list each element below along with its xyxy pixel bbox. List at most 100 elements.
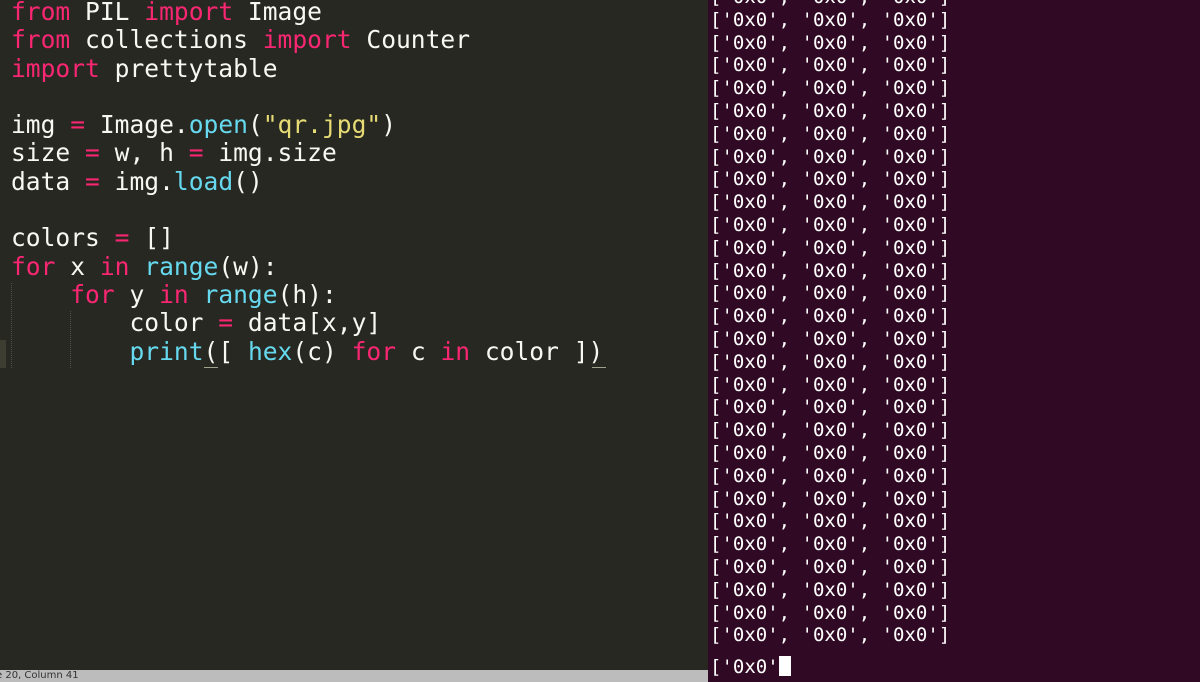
code-token: in <box>159 279 189 309</box>
code-token: range <box>144 251 219 281</box>
code-token: load <box>173 166 234 196</box>
terminal-output-line: ['0x0', '0x0', '0x0'] <box>710 8 951 31</box>
code-line[interactable]: import prettytable <box>11 53 603 83</box>
code-token: img <box>11 110 71 140</box>
code-token: from <box>11 0 71 26</box>
code-token: Image <box>233 0 322 26</box>
source-code[interactable]: from PIL import Image from collections im… <box>11 0 603 366</box>
code-token: img.size <box>203 138 337 168</box>
code-line[interactable]: from collections import Counter <box>11 26 603 54</box>
terminal-output-line: ['0x0', '0x0', '0x0'] <box>710 396 951 419</box>
current-line-marker <box>0 340 6 368</box>
code-token: for <box>351 336 397 366</box>
code-token: ) <box>381 110 397 140</box>
terminal-current-line[interactable]: ['0x0' <box>710 656 791 678</box>
terminal-output-line: ['0x0', '0x0', '0x0'] <box>710 77 951 100</box>
code-line[interactable]: img = Image.open("qr.jpg") <box>11 111 603 139</box>
terminal-output-line: ['0x0', '0x0', '0x0'] <box>710 191 951 214</box>
code-token: prettytable <box>99 53 278 83</box>
terminal-output-line: ['0x0', '0x0', '0x0'] <box>710 441 951 464</box>
code-token: range <box>203 279 278 309</box>
code-line[interactable]: colors = [] <box>11 224 603 252</box>
code-line[interactable]: size = w, h = img.size <box>11 139 603 167</box>
screen: from PIL import Image from collections im… <box>0 0 1200 682</box>
bracket-match-underline <box>204 367 218 368</box>
terminal-output-line: ['0x0', '0x0', '0x0'] <box>710 624 951 647</box>
terminal-window[interactable]: ['0x0', '0x0', '0x0'] ['0x0', '0x0', '0x0… <box>708 0 1200 682</box>
code-line[interactable] <box>11 83 603 111</box>
code-token: img. <box>99 166 174 196</box>
code-token: PIL <box>70 0 145 26</box>
code-line[interactable]: color = data[x,y] <box>11 309 603 337</box>
code-token: color ]) <box>470 336 604 366</box>
code-token: = <box>85 166 100 196</box>
code-token: Image. <box>85 110 189 140</box>
code-token: data[x,y] <box>233 308 382 338</box>
code-token: y <box>114 279 160 309</box>
code-token: ( <box>247 110 263 140</box>
terminal-output-line: ['0x0', '0x0', '0x0'] <box>710 31 951 54</box>
code-token: Counter <box>351 25 471 55</box>
terminal-output-line: ['0x0', '0x0', '0x0'] <box>710 54 951 77</box>
terminal-output-line: ['0x0', '0x0', '0x0'] <box>710 555 951 578</box>
code-token: x <box>55 251 100 281</box>
code-token: "qr.jpg" <box>262 110 382 140</box>
code-token: print <box>129 336 204 366</box>
code-token: = <box>218 308 234 338</box>
code-token: (w): <box>218 251 278 281</box>
code-token: = <box>85 138 100 168</box>
code-line[interactable] <box>11 196 603 224</box>
code-token: (h): <box>277 279 337 309</box>
cursor-position-text: e 20, Column 41 <box>0 670 79 681</box>
code-token: for <box>11 251 56 281</box>
code-line[interactable]: for y in range(h): <box>11 279 603 309</box>
code-token: from <box>11 25 71 55</box>
code-line[interactable]: from PIL import Image <box>11 0 603 26</box>
terminal-output-line: ['0x0', '0x0', '0x0'] <box>710 464 951 487</box>
terminal-output-line: ['0x0', '0x0', '0x0'] <box>710 487 951 510</box>
terminal-output-line: ['0x0', '0x0', '0x0'] <box>710 350 951 373</box>
code-token: (c) <box>292 336 352 366</box>
terminal-output-line: ['0x0', '0x0', '0x0'] <box>710 122 951 145</box>
code-token: [] <box>129 223 174 253</box>
code-token: w, h <box>99 138 189 168</box>
code-token: = <box>188 138 204 168</box>
terminal-output-line: ['0x0', '0x0', '0x0'] <box>710 305 951 328</box>
terminal-output-line: ['0x0', '0x0', '0x0'] <box>710 419 951 442</box>
terminal-output-line: ['0x0', '0x0', '0x0'] <box>710 601 951 624</box>
terminal-output-line: ['0x0', '0x0', '0x0'] <box>710 259 951 282</box>
terminal-output-line: ['0x0', '0x0', '0x0'] <box>710 99 951 122</box>
code-token: in <box>99 251 130 281</box>
code-token: color <box>11 308 219 338</box>
terminal-output: ['0x0', '0x0', '0x0'] ['0x0', '0x0', '0x0… <box>710 0 950 647</box>
code-token: ([ <box>203 336 248 366</box>
code-token: = <box>70 110 86 140</box>
bracket-match-underline <box>592 367 606 368</box>
terminal-output-line: ['0x0', '0x0', '0x0'] <box>710 327 951 350</box>
terminal-cursor <box>778 656 791 676</box>
code-token: for <box>70 279 115 309</box>
code-line[interactable]: print([ hex(c) for c in color ]) <box>11 336 604 366</box>
code-token: () <box>233 166 263 196</box>
code-line[interactable]: data = img.load() <box>11 166 603 196</box>
code-token: size <box>11 138 86 168</box>
code-token: hex <box>247 336 293 366</box>
terminal-output-line: ['0x0', '0x0', '0x0'] <box>710 145 951 168</box>
code-editor[interactable]: from PIL import Image from collections im… <box>0 0 708 670</box>
terminal-partial-output: ['0x0' <box>710 656 779 678</box>
code-token: open <box>188 110 248 140</box>
terminal-output-line: ['0x0', '0x0', '0x0'] <box>710 168 951 191</box>
code-token: import <box>262 25 352 55</box>
code-token: import <box>144 0 234 26</box>
terminal-output-line: ['0x0', '0x0', '0x0'] <box>710 236 951 259</box>
terminal-output-line: ['0x0', '0x0', '0x0'] <box>710 578 951 601</box>
code-token: = <box>114 223 130 253</box>
terminal-output-line: ['0x0', '0x0', '0x0'] <box>710 510 951 533</box>
code-token: import <box>11 53 100 83</box>
terminal-output-line: ['0x0', '0x0', '0x0'] <box>710 0 950 9</box>
terminal-output-line: ['0x0', '0x0', '0x0'] <box>710 213 951 236</box>
code-line[interactable]: for x in range(w): <box>11 251 603 281</box>
